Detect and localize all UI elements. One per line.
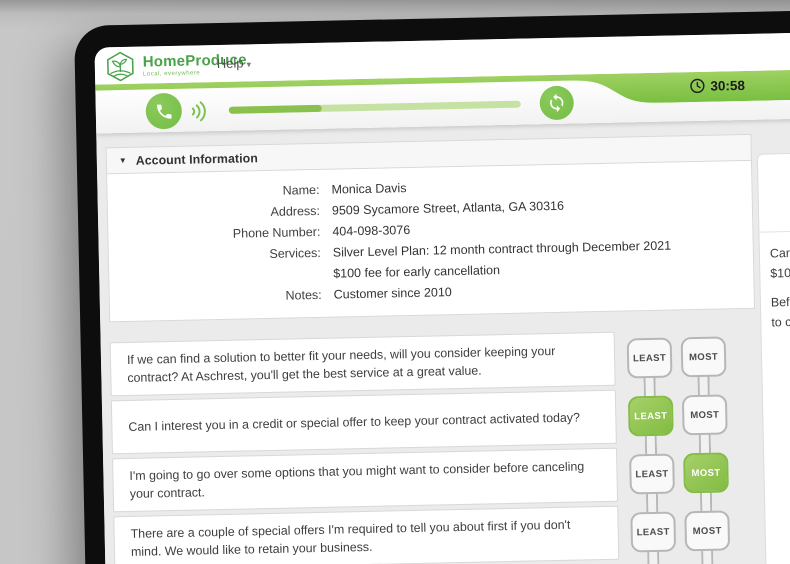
account-info-body: Name: Monica Davis Address: 9509 Sycamor… (106, 161, 755, 322)
statement-text: If we can find a solution to better fit … (127, 341, 599, 388)
statement-list: If we can find a solution to better fit … (110, 329, 761, 564)
device-frame: HomeProduce Local, everywhere Help▾ (74, 9, 790, 564)
side-panel-text-line: Car (770, 241, 790, 264)
statement-text: I'm going to go over some options that y… (129, 457, 601, 504)
statement-row: If we can find a solution to better fit … (110, 329, 757, 397)
connector-line (699, 433, 711, 455)
clock-icon (689, 78, 705, 94)
connector-line (645, 434, 657, 456)
chevron-down-icon: ▾ (246, 59, 251, 69)
field-value: Customer since 2010 (333, 282, 452, 305)
statement-row: Can I interest you in a credit or specia… (111, 387, 758, 455)
help-menu[interactable]: Help▾ (217, 55, 252, 71)
most-button[interactable]: MOST (681, 336, 727, 377)
statement-text: Can I interest you in a credit or specia… (128, 408, 580, 436)
field-label: Notes: (110, 285, 322, 310)
side-panel-paragraph: Bef to c (771, 290, 790, 333)
side-panel-body: Car $10 Bef to c (759, 230, 790, 333)
statement-row: I'm going to go over some options that y… (112, 445, 759, 513)
least-button[interactable]: LEAST (628, 396, 674, 437)
most-button[interactable]: MOST (682, 394, 728, 435)
side-panel-text-line: to c (771, 310, 790, 333)
statement-text: There are a couple of special offers I'm… (130, 515, 602, 562)
main-content: ▼ Account Information Name: Monica Davis… (96, 117, 790, 564)
app-screen: HomeProduce Local, everywhere Help▾ (94, 31, 790, 564)
call-timer: 30:58 (689, 77, 745, 94)
timer-value: 30:58 (710, 77, 745, 93)
field-label: Services: (109, 243, 322, 289)
connector-line (643, 376, 655, 398)
help-label: Help (217, 55, 244, 71)
account-info-panel: ▼ Account Information Name: Monica Davis… (106, 134, 756, 322)
account-info-title: Account Information (136, 151, 258, 168)
backdrop: HomeProduce Local, everywhere Help▾ (0, 0, 790, 564)
statement-row: There are a couple of special offers I'm… (113, 503, 760, 564)
connector-line (701, 549, 713, 564)
most-button[interactable]: MOST (683, 452, 729, 493)
side-panel-header (758, 152, 790, 233)
connector-line (700, 491, 712, 513)
collapse-triangle-icon: ▼ (119, 156, 127, 165)
least-button[interactable]: LEAST (629, 454, 675, 495)
statement-text-card: If we can find a solution to better fit … (110, 332, 616, 397)
field-value: Silver Level Plan: 12 month contract thr… (333, 236, 672, 285)
least-button[interactable]: LEAST (630, 512, 676, 553)
statement-text-card: Can I interest you in a credit or specia… (111, 390, 617, 455)
most-button[interactable]: MOST (684, 510, 730, 551)
field-value: Monica Davis (331, 178, 406, 201)
brand-logo-icon (105, 51, 137, 83)
side-panel-text-line: Bef (771, 290, 790, 313)
connector-line (697, 375, 709, 397)
side-panel-paragraph: Car $10 (770, 241, 790, 284)
field-value: 404-098-3076 (332, 220, 410, 243)
statement-text-card: There are a couple of special offers I'm… (113, 506, 619, 564)
connector-line (646, 492, 658, 514)
least-button[interactable]: LEAST (627, 338, 673, 379)
statement-text-card: I'm going to go over some options that y… (112, 448, 618, 513)
side-panel-text-line: $10 (770, 261, 790, 284)
